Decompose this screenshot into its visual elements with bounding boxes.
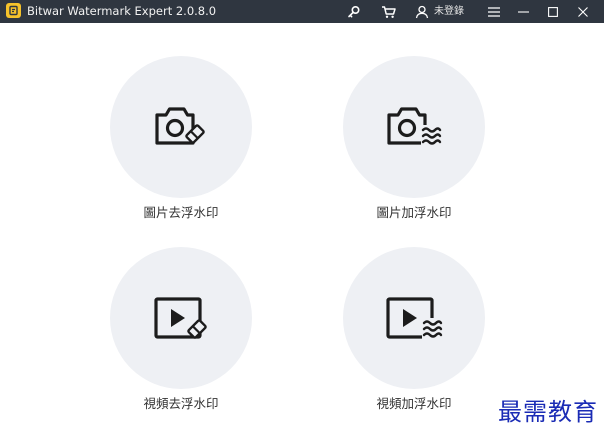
video-watermark-remove-icon: [154, 297, 207, 339]
maximize-icon[interactable]: [545, 0, 561, 23]
video-add-watermark-button[interactable]: [343, 247, 485, 389]
key-icon[interactable]: [346, 0, 362, 23]
photo-add-watermark-label: 圖片加浮水印: [376, 205, 452, 220]
minimize-icon[interactable]: [515, 0, 531, 23]
photo-watermark-add-icon: [387, 107, 442, 147]
app-logo-icon: [6, 3, 21, 18]
photo-add-watermark-button[interactable]: [343, 56, 485, 198]
video-remove-watermark-label: 視頻去浮水印: [143, 396, 219, 411]
title-bar: Bitwar Watermark Expert 2.0.8.0 未登錄: [0, 0, 604, 23]
photo-remove-watermark-button[interactable]: [110, 56, 252, 198]
video-remove-watermark-button[interactable]: [110, 247, 252, 389]
overlay-watermark-text: 最需教育: [498, 398, 598, 426]
app-window: Bitwar Watermark Expert 2.0.8.0 未登錄 圖片去浮…: [0, 0, 604, 438]
video-watermark-add-icon: [386, 297, 443, 340]
login-link[interactable]: 未登錄: [434, 4, 464, 19]
menu-icon[interactable]: [486, 0, 502, 23]
close-icon[interactable]: [575, 0, 591, 23]
photo-remove-watermark-label: 圖片去浮水印: [143, 205, 219, 220]
user-icon[interactable]: [414, 0, 430, 23]
app-title: Bitwar Watermark Expert 2.0.8.0: [27, 4, 217, 18]
video-add-watermark-label: 視頻加浮水印: [376, 396, 452, 411]
photo-watermark-remove-icon: [155, 107, 205, 145]
cart-icon[interactable]: [380, 0, 398, 23]
